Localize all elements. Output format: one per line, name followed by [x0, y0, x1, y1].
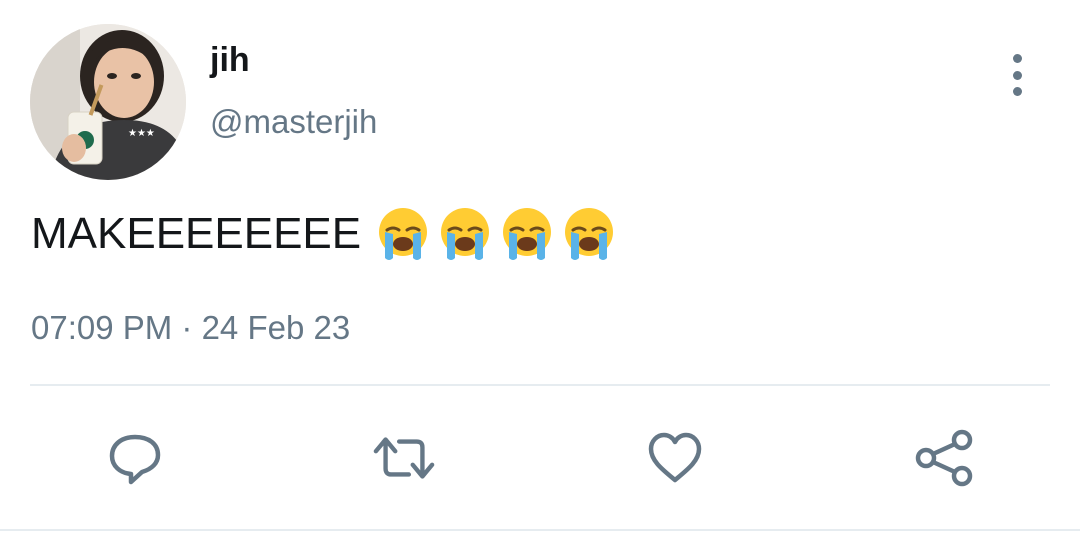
divider	[30, 384, 1050, 386]
reply-button[interactable]	[103, 426, 167, 490]
tweet-text: MAKEEEEEEEE	[31, 204, 617, 264]
dot	[1012, 54, 1022, 63]
heart-icon	[648, 432, 702, 483]
display-name[interactable]: jih	[210, 38, 250, 82]
loudly-crying-face-icon	[441, 208, 490, 260]
share-button[interactable]	[912, 426, 976, 490]
dot	[1012, 87, 1022, 96]
more-options-icon[interactable]	[1002, 54, 1032, 96]
tweet-timestamp[interactable]: 07:09 PM · 24 Feb 23	[31, 306, 350, 350]
loudly-crying-face-icon	[565, 208, 614, 260]
like-button[interactable]	[643, 426, 707, 490]
loudly-crying-face-icon	[503, 208, 552, 260]
retweet-icon	[373, 437, 435, 479]
tweet-text-content: MAKEEEEEEEE	[31, 209, 362, 258]
bottom-divider	[0, 529, 1080, 531]
user-handle[interactable]: @masterjih	[210, 100, 377, 144]
loudly-crying-face-icon	[379, 208, 428, 260]
share-icon	[915, 429, 973, 487]
avatar-photo: ★★★	[30, 24, 186, 180]
comment-icon	[109, 434, 161, 485]
svg-text:★★★: ★★★	[128, 128, 155, 139]
retweet-button[interactable]	[372, 426, 436, 490]
emoji-row	[375, 206, 617, 262]
dot	[1012, 70, 1022, 80]
avatar[interactable]: ★★★	[30, 24, 186, 180]
